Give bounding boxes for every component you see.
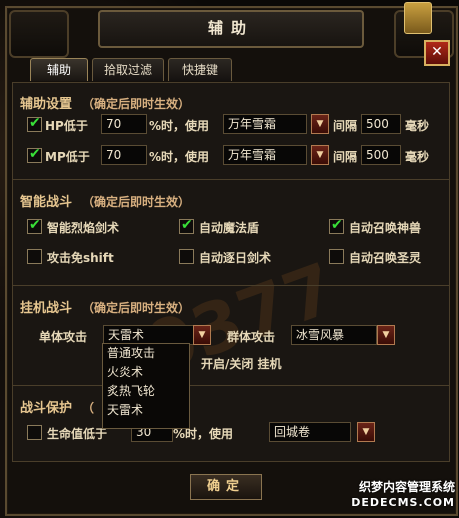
protect-item-select[interactable]: 回城卷 <box>269 422 351 442</box>
auto-magic-shield-checkbox[interactable]: ✔ <box>179 217 194 234</box>
single-attack-select[interactable]: 天雷术 <box>103 325 195 345</box>
single-attack-dropdown-list: 普通攻击 火炎术 炙热飞轮 天雷术 <box>102 343 190 429</box>
attack-no-shift-checkbox[interactable] <box>27 249 42 264</box>
combat-protect-section: 战斗保护（ 生命值低于 30 %时，使用 回城卷 ▼ <box>13 385 449 461</box>
close-button[interactable]: ✕ <box>424 40 450 66</box>
group-attack-select[interactable]: 冰雪风暴 <box>291 325 377 345</box>
mp-interval-input[interactable]: 500 <box>361 145 401 165</box>
protect-checkbox[interactable] <box>27 425 42 440</box>
section-title: 挂机战斗 （确定后即时生效） <box>20 301 191 316</box>
auto-summon-spirit-checkbox[interactable] <box>329 249 344 264</box>
group-attack-label: 群体攻击 <box>227 330 276 344</box>
hp-label: HP低于 <box>45 119 88 133</box>
tab-hotkeys[interactable]: 快捷键 <box>168 58 232 81</box>
auto-combat-toggle[interactable]: 开启/关闭 挂机 <box>201 355 282 372</box>
smart-combat-section: 智能战斗 （确定后即时生效） ✔ 智能烈焰剑术 ✔ 自动魔法盾 ✔ 自动召唤神兽 … <box>13 179 449 286</box>
single-attack-label: 单体攻击 <box>39 330 88 344</box>
attack-no-shift-label: 攻击免shift <box>47 251 114 265</box>
section-title: 辅助设置 （确定后即时生效） <box>20 97 191 112</box>
mp-threshold-input[interactable]: 70 <box>101 145 147 165</box>
dropdown-option[interactable]: 普通攻击 <box>103 344 189 363</box>
auto-sun-sword-checkbox[interactable] <box>179 249 194 264</box>
scroll-ornament-icon <box>404 2 432 34</box>
protect-label: 生命值低于 <box>47 427 108 441</box>
assist-settings-section: 辅助设置 （确定后即时生效） ✔ HP低于 70 %时，使用 万年雪霜 ▼ 间隔 … <box>13 83 449 180</box>
section-title: 战斗保护（ <box>20 401 95 416</box>
hp-checkbox[interactable]: ✔ <box>27 115 42 132</box>
auto-summon-beast-checkbox[interactable]: ✔ <box>329 217 344 234</box>
frame-ornament-left <box>9 10 69 58</box>
hp-interval-input[interactable]: 500 <box>361 114 401 134</box>
tab-content: 0377 辅助设置 （确定后即时生效） ✔ HP低于 70 %时，使用 万年雪霜 … <box>12 82 450 462</box>
tab-assist[interactable]: 辅助 <box>30 58 88 81</box>
mp-interval-unit: 毫秒 <box>405 150 430 164</box>
hp-interval-label: 间隔 <box>333 119 358 133</box>
mp-item-select[interactable]: 万年雪霜 <box>223 145 307 165</box>
mp-interval-label: 间隔 <box>333 150 358 164</box>
group-attack-dropdown-button[interactable]: ▼ <box>377 325 395 345</box>
dropdown-option[interactable]: 火炎术 <box>103 363 189 382</box>
auto-combat-section: 挂机战斗 （确定后即时生效） 单体攻击 天雷术 ▼ 群体攻击 冰雪风暴 ▼ 开启/… <box>13 285 449 386</box>
smart-flame-sword-checkbox[interactable]: ✔ <box>27 217 42 234</box>
hp-suffix: %时，使用 <box>149 119 210 133</box>
mp-checkbox[interactable]: ✔ <box>27 146 42 163</box>
auto-summon-spirit-label: 自动召唤圣灵 <box>349 251 422 265</box>
mp-label: MP低于 <box>45 150 90 164</box>
hp-item-select[interactable]: 万年雪霜 <box>223 114 307 134</box>
mp-suffix: %时，使用 <box>149 150 210 164</box>
auto-magic-shield-label: 自动魔法盾 <box>199 221 260 235</box>
tab-pickup-filter[interactable]: 拾取过滤 <box>92 58 164 81</box>
auto-summon-beast-label: 自动召唤神兽 <box>349 221 422 235</box>
dropdown-option[interactable]: 天雷术 <box>103 401 189 420</box>
site-watermark: 织梦内容管理系统 DEDECMS.COM <box>351 480 455 509</box>
dialog-title: 辅助 <box>98 10 364 48</box>
dropdown-option[interactable]: 炙热飞轮 <box>103 382 189 401</box>
single-attack-dropdown-button[interactable]: ▼ <box>193 325 211 345</box>
smart-flame-sword-label: 智能烈焰剑术 <box>47 221 120 235</box>
hp-threshold-input[interactable]: 70 <box>101 114 147 134</box>
auto-sun-sword-label: 自动逐日剑术 <box>199 251 272 265</box>
confirm-button[interactable]: 确定 <box>190 474 262 500</box>
mp-item-dropdown-button[interactable]: ▼ <box>311 145 329 165</box>
hp-interval-unit: 毫秒 <box>405 119 430 133</box>
section-title: 智能战斗 （确定后即时生效） <box>20 195 191 210</box>
protect-item-dropdown-button[interactable]: ▼ <box>357 422 375 442</box>
hp-item-dropdown-button[interactable]: ▼ <box>311 114 329 134</box>
